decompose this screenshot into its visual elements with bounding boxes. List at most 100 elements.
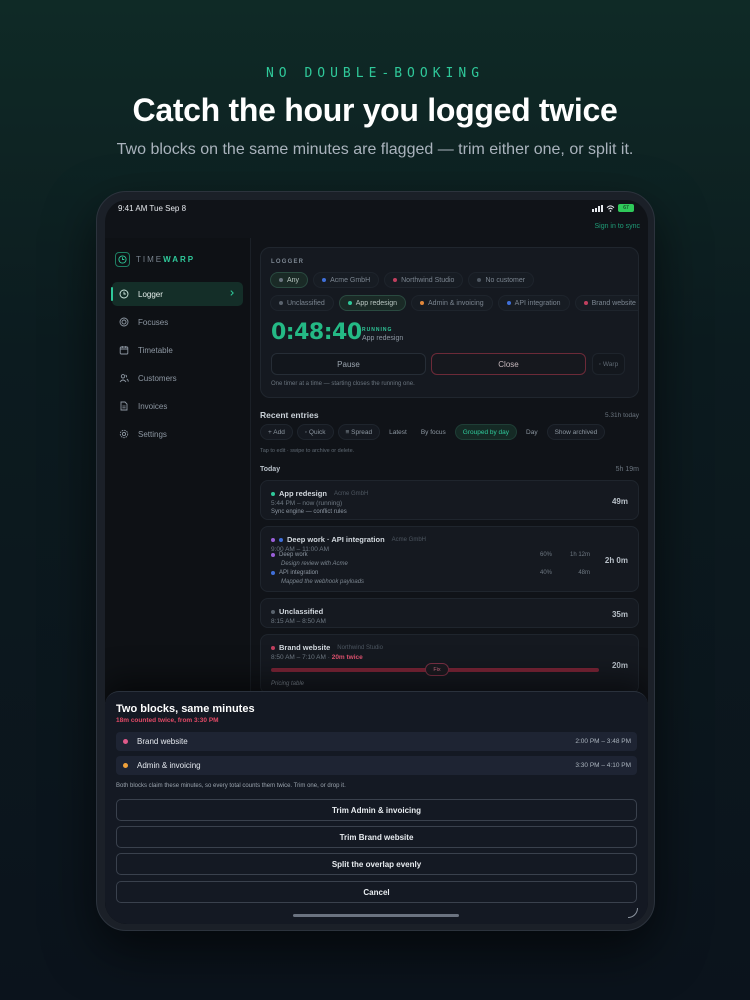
focus-filter: Unclassified App redesign Admin & invoic… <box>270 295 638 311</box>
focus-dot <box>271 645 275 650</box>
add-button[interactable]: + Add <box>260 424 293 440</box>
chip-dot <box>583 301 588 305</box>
sheet-note: Both blocks claim these minutes, so ever… <box>116 783 346 789</box>
entry-unclassified[interactable]: Unclassified 8:15 AM – 8:50 AM 35m <box>260 598 639 628</box>
timer-note: One timer at a time — starting closes th… <box>271 381 415 387</box>
subline: Two blocks on the same minutes are flagg… <box>116 141 634 158</box>
gear-icon <box>119 429 129 439</box>
sidebar-item-settings[interactable]: Settings <box>112 422 243 446</box>
app-screen: 9:41 AM Tue Sep 8 67 Sign in to sync TIM… <box>105 200 648 924</box>
trim-brand-button[interactable]: Trim Brand website <box>116 826 637 848</box>
chip-no-customer[interactable]: No customer <box>468 272 535 288</box>
sidebar-nav: Logger Focuses Timetable Customers Invoi… <box>111 282 243 450</box>
chip-dot <box>393 278 398 282</box>
customer-filter: Any Acme GmbH Northwind Studio No custom… <box>270 272 638 288</box>
focus-dot <box>271 491 275 496</box>
logger-card: LOGGER Any Acme GmbH Northwind Studio No… <box>260 247 639 398</box>
day-label: Today <box>260 466 281 473</box>
headline: Catch the hour you logged twice <box>132 92 618 128</box>
block-name: Admin & invoicing <box>137 761 201 770</box>
recent-total: 5.31h today <box>605 412 639 419</box>
signal-icon <box>592 204 603 212</box>
sidebar-item-timetable[interactable]: Timetable <box>112 338 243 362</box>
entry-time: 8:50 AM – 7:10 AM · 20m twice <box>271 654 363 661</box>
entry-brand-website[interactable]: Brand website Northwind Studio 8:50 AM – … <box>260 634 639 694</box>
chip-dot <box>420 301 425 305</box>
entry-deep-work[interactable]: Deep work · API integration Acme GmbH 9:0… <box>260 526 639 592</box>
users-icon <box>119 374 129 383</box>
sort-latest[interactable]: Latest <box>384 424 412 440</box>
sign-in-link[interactable]: Sign in to sync <box>594 223 640 230</box>
chip-api-integration[interactable]: API integration <box>497 295 570 311</box>
chip-northwind[interactable]: Northwind Studio <box>384 272 464 288</box>
entry-title: Unclassified <box>271 607 323 616</box>
brand-logo: TIMEWARP <box>115 252 195 267</box>
focus-dot <box>271 537 275 542</box>
entry-client: Northwind Studio <box>337 644 383 651</box>
status-icons: 67 <box>592 204 634 212</box>
sheet-subtitle: 18m counted twice, from 3:30 PM <box>116 717 219 724</box>
target-icon <box>119 317 129 327</box>
quick-button[interactable]: ◦ Quick <box>296 424 334 440</box>
chip-brand-website[interactable]: Brand website <box>574 295 638 311</box>
chevron-right-icon <box>230 290 234 296</box>
chip-acme[interactable]: Acme GmbH <box>313 272 380 288</box>
sidebar-item-label: Logger <box>138 289 163 299</box>
pause-button[interactable]: Pause <box>271 353 426 375</box>
entry-duration: 35m <box>611 610 628 619</box>
focus-dot <box>271 609 275 614</box>
entry-client: Acme GmbH <box>391 536 426 543</box>
chip-unclassified[interactable]: Unclassified <box>270 295 334 311</box>
show-archived[interactable]: Show archived <box>546 424 606 440</box>
entry-time: 8:15 AM – 8:50 AM <box>271 618 326 625</box>
chip-any[interactable]: Any <box>270 272 309 288</box>
entry-title: Brand website Northwind Studio <box>271 643 383 652</box>
entry-time: 5:44 PM – now (running) <box>271 500 343 507</box>
split-overlap-button[interactable]: Split the overlap evenly <box>116 853 637 875</box>
sidebar-item-label: Timetable <box>138 345 173 355</box>
block-color-dot <box>123 739 128 744</box>
overlap-block-admin-invoicing: Admin & invoicing 3:30 PM – 4:10 PM <box>116 756 637 775</box>
spread-button[interactable]: ≡ Spread <box>337 424 381 440</box>
overlap-warning: 20m twice <box>331 654 363 661</box>
timer-task-name: App redesign <box>362 335 404 342</box>
split-duration: 1h 12m <box>569 552 590 558</box>
sidebar-item-label: Settings <box>138 429 167 439</box>
entry-app-redesign[interactable]: App redesign Acme GmbH 5:44 PM – now (run… <box>260 480 639 520</box>
sidebar-item-invoices[interactable]: Invoices <box>112 394 243 418</box>
grouped-by-day[interactable]: Grouped by day <box>454 424 518 440</box>
sidebar-item-customers[interactable]: Customers <box>112 366 243 390</box>
split-note: Design review with Acme <box>281 561 348 567</box>
timer-display: 0:48:40 <box>271 320 362 345</box>
sidebar-item-focuses[interactable]: Focuses <box>112 310 243 334</box>
close-button[interactable]: Close <box>431 353 586 375</box>
brand-name: TIMEWARP <box>136 255 196 264</box>
entry-duration: 2h 0m <box>604 556 628 565</box>
fix-button[interactable]: Fix <box>425 663 449 676</box>
sidebar-item-label: Focuses <box>138 317 169 327</box>
chip-app-redesign[interactable]: App redesign <box>338 295 407 311</box>
split-duration: 48m <box>578 570 590 576</box>
home-indicator[interactable] <box>293 914 459 917</box>
day-total: 5h 19m <box>615 466 639 473</box>
trim-admin-button[interactable]: Trim Admin & invoicing <box>116 799 637 821</box>
sort-by-focus[interactable]: By focus <box>416 424 451 440</box>
eyebrow-label: NO DOUBLE-BOOKING <box>265 66 485 81</box>
view-day[interactable]: Day <box>521 424 543 440</box>
chip-admin-invoicing[interactable]: Admin & invoicing <box>411 295 493 311</box>
cancel-button[interactable]: Cancel <box>116 881 637 903</box>
status-time: 9:41 AM Tue Sep 8 <box>118 204 187 213</box>
status-bar: 9:41 AM Tue Sep 8 67 <box>118 204 634 218</box>
sheet-title: Two blocks, same minutes <box>116 703 255 715</box>
recent-entries-title: Recent entries <box>260 410 319 420</box>
sidebar-item-logger[interactable]: Logger <box>111 282 243 306</box>
chip-dot <box>322 278 327 282</box>
overlap-sheet: Two blocks, same minutes 18m counted twi… <box>105 691 648 924</box>
chip-dot <box>347 301 352 305</box>
document-icon <box>120 401 128 411</box>
entry-note: Sync engine — conflict rules <box>271 509 347 515</box>
entries-toolbar: + Add ◦ Quick ≡ Spread Latest By focus G… <box>260 424 639 440</box>
split-note: Mapped the webhook payloads <box>281 579 365 585</box>
warp-button[interactable]: ◦ Warp <box>592 353 625 375</box>
calendar-icon <box>119 346 129 355</box>
